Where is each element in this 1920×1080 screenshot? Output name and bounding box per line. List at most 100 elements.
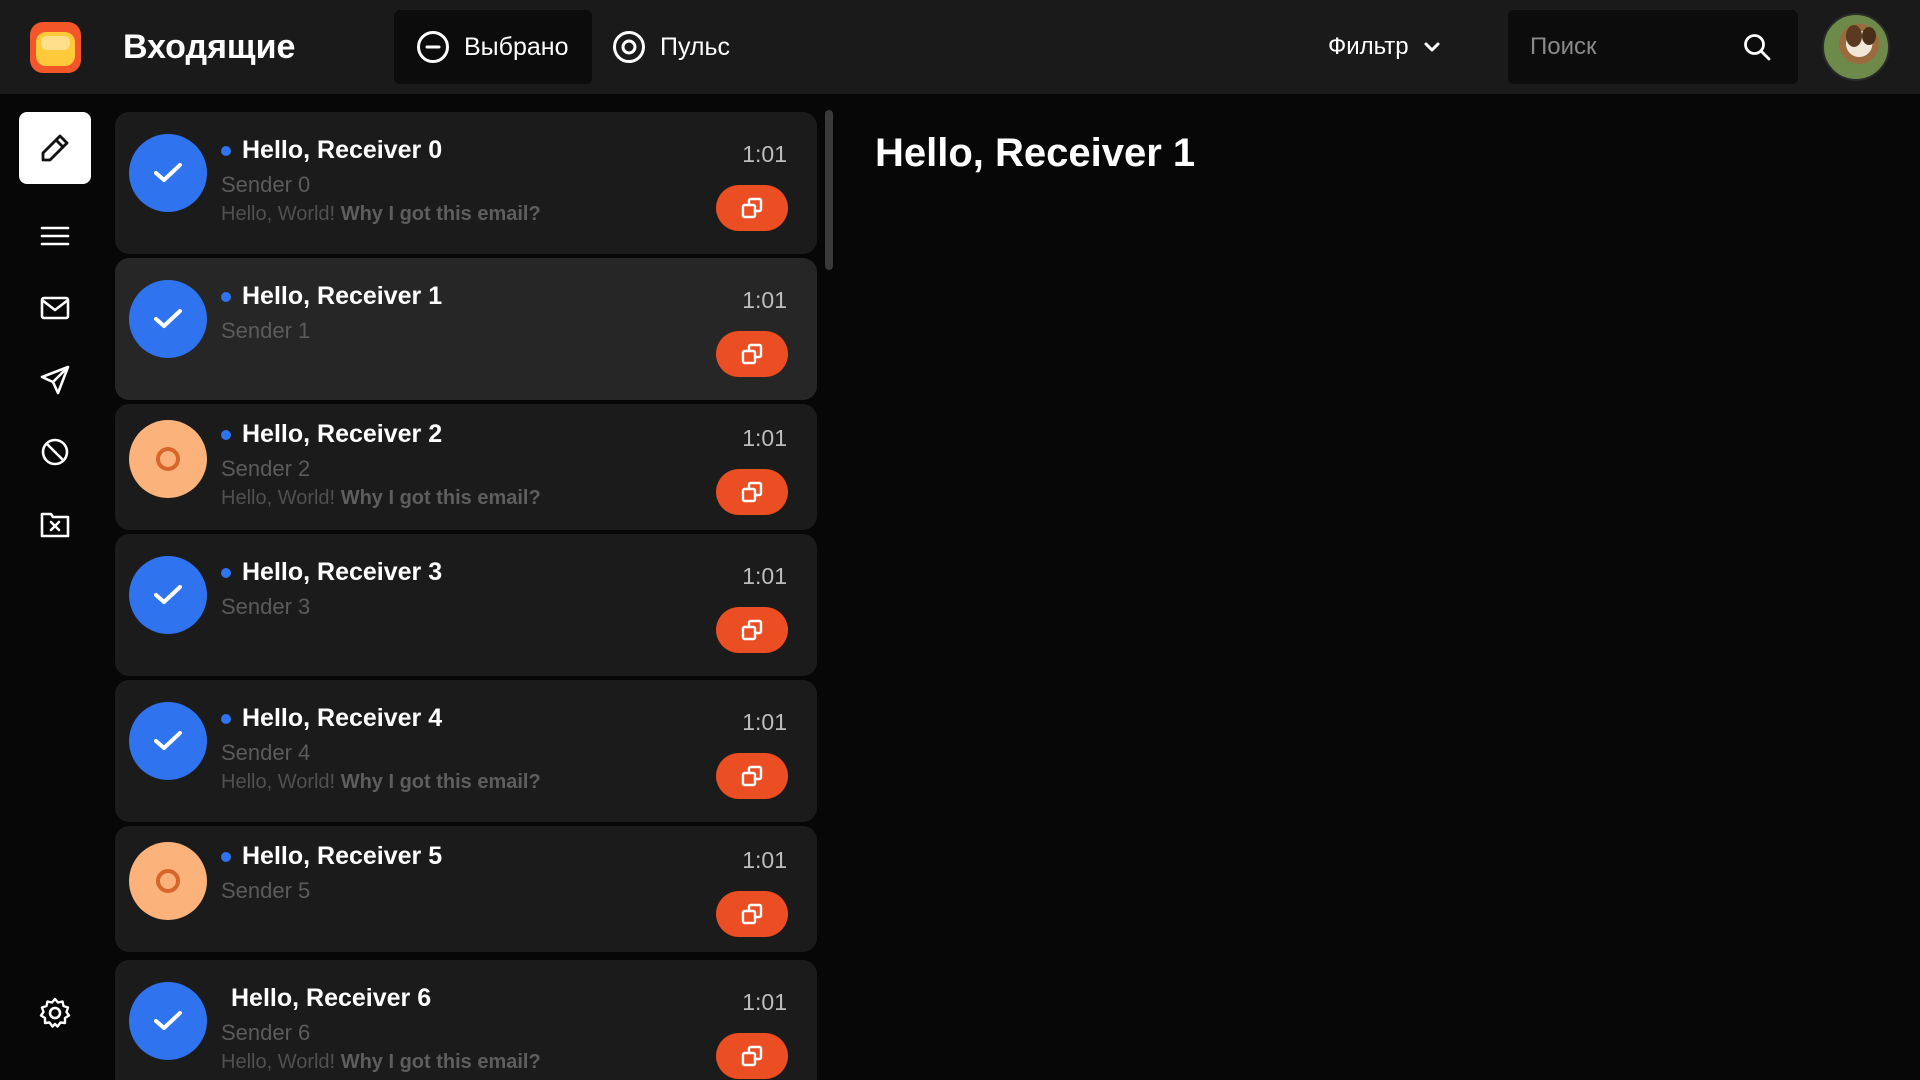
- status-done-badge[interactable]: [129, 702, 207, 780]
- mail-subject: Hello, Receiver 4: [242, 704, 443, 732]
- tab-selected[interactable]: Выбрано: [394, 10, 592, 84]
- mail-time: 1:01: [742, 425, 787, 451]
- mail-preview: Hello, World! Why I got this email?: [221, 1051, 541, 1074]
- mail-item[interactable]: Hello, Receiver 6 Sender 6 Hello, World!…: [115, 960, 817, 1080]
- status-done-badge[interactable]: [129, 982, 207, 1060]
- mail-preview-text: Hello, World!: [221, 487, 336, 509]
- menu-icon: [40, 226, 70, 246]
- mail-preview-text: Hello, World!: [221, 203, 336, 225]
- copy-button[interactable]: [716, 185, 788, 231]
- mail-time: 1:01: [742, 141, 787, 167]
- mail-time: 1:01: [742, 989, 787, 1015]
- search-icon[interactable]: [1742, 32, 1772, 62]
- status-done-badge[interactable]: [129, 556, 207, 634]
- mail-sender: Sender 0: [221, 172, 311, 197]
- copy-button[interactable]: [716, 1033, 788, 1079]
- pencil-icon: [41, 134, 69, 162]
- mail-preview-bold: Why I got this email?: [340, 1051, 541, 1073]
- mail-preview-bold: Why I got this email?: [340, 487, 541, 509]
- copy-icon: [741, 197, 763, 219]
- mail-time: 1:01: [742, 847, 787, 873]
- mail-item[interactable]: Hello, Receiver 3 Sender 3 1:01: [115, 534, 817, 676]
- copy-button[interactable]: [716, 331, 788, 377]
- copy-button[interactable]: [716, 607, 788, 653]
- unread-dot: [221, 852, 231, 862]
- checkmark-icon: [154, 1011, 182, 1030]
- sidebar-item-sent[interactable]: [19, 344, 91, 416]
- filter-label: Фильтр: [1328, 33, 1409, 60]
- mail-subject: Hello, Receiver 6: [231, 984, 432, 1012]
- block-icon: [41, 438, 69, 466]
- mail-preview-bold: Why I got this email?: [340, 203, 541, 225]
- mail-item[interactable]: Hello, Receiver 0 Sender 0 Hello, World!…: [115, 112, 817, 254]
- mail-sender: Sender 5: [221, 878, 311, 903]
- mail-preview: Hello, World! Why I got this email?: [221, 771, 541, 794]
- settings-button[interactable]: [19, 977, 91, 1049]
- copy-icon: [741, 481, 763, 503]
- copy-icon: [741, 343, 763, 365]
- filter-dropdown[interactable]: Фильтр: [1328, 26, 1441, 68]
- checkmark-icon: [154, 585, 182, 604]
- compose-button[interactable]: [19, 112, 91, 184]
- avatar[interactable]: [1822, 13, 1890, 81]
- mail-list-scrollbar[interactable]: [825, 110, 833, 270]
- checkmark-icon: [154, 731, 182, 750]
- copy-icon: [741, 1045, 763, 1067]
- mail-item[interactable]: Hello, Receiver 1 Sender 1 1:01: [115, 258, 817, 400]
- sidebar-item-trash[interactable]: [19, 488, 91, 560]
- copy-button[interactable]: [716, 469, 788, 515]
- mail-time: 1:01: [742, 709, 787, 735]
- mail-item[interactable]: Hello, Receiver 5 Sender 5 1:01: [115, 826, 817, 952]
- tab-pulse-label: Пульс: [660, 32, 731, 61]
- copy-button[interactable]: [716, 753, 788, 799]
- sidebar-item-spam[interactable]: [19, 416, 91, 488]
- mail-preview-text: Hello, World!: [221, 771, 336, 793]
- send-icon: [40, 365, 70, 395]
- copy-icon: [741, 903, 763, 925]
- tab-pulse[interactable]: Пульс: [590, 10, 752, 84]
- status-pending-badge[interactable]: [129, 420, 207, 498]
- copy-button[interactable]: [716, 891, 788, 937]
- chevron-down-icon: [1424, 42, 1440, 52]
- mail-subject: Hello, Receiver 5: [242, 842, 443, 870]
- status-done-badge[interactable]: [129, 134, 207, 212]
- mail-item[interactable]: Hello, Receiver 2 Sender 2 Hello, World!…: [115, 404, 817, 530]
- mail-item[interactable]: Hello, Receiver 4 Sender 4 Hello, World!…: [115, 680, 817, 822]
- tab-selected-label: Выбрано: [464, 32, 569, 61]
- sidebar-item-inbox[interactable]: [19, 272, 91, 344]
- folder-x-icon: [40, 512, 70, 538]
- mail-subject: Hello, Receiver 1: [242, 282, 443, 310]
- mail-preview-bold: Why I got this email?: [340, 771, 541, 793]
- mail-time: 1:01: [742, 563, 787, 589]
- mail-subject: Hello, Receiver 0: [242, 136, 443, 164]
- target-circle-icon: [613, 31, 645, 63]
- reader-title: Hello, Receiver 1: [875, 131, 1196, 175]
- mail-preview: Hello, World! Why I got this email?: [221, 203, 541, 226]
- copy-icon: [741, 765, 763, 787]
- mail-sender: Sender 6: [221, 1020, 311, 1045]
- mail-sender: Sender 1: [221, 318, 311, 343]
- mail-preview: Hello, World! Why I got this email?: [221, 487, 541, 510]
- status-pending-badge[interactable]: [129, 842, 207, 920]
- envelope-icon: [40, 296, 70, 320]
- mail-subject: Hello, Receiver 2: [242, 420, 443, 448]
- mail-subject: Hello, Receiver 3: [242, 558, 443, 586]
- minus-circle-icon: [417, 31, 449, 63]
- top-bar: Входящие Выбрано Пульс Фильтр: [0, 0, 1920, 94]
- unread-dot: [221, 292, 231, 302]
- checkmark-icon: [154, 309, 182, 328]
- page-title: Входящие: [123, 28, 296, 66]
- mail-list: Hello, Receiver 0 Sender 0 Hello, World!…: [115, 112, 817, 1080]
- unread-dot: [221, 714, 231, 724]
- mail-preview-text: Hello, World!: [221, 1051, 336, 1073]
- checkmark-icon: [154, 163, 182, 182]
- gear-icon: [39, 997, 71, 1028]
- pending-ring-icon: [156, 869, 180, 893]
- menu-button[interactable]: [19, 200, 91, 272]
- mail-sender: Sender 4: [221, 740, 311, 765]
- status-done-badge[interactable]: [129, 280, 207, 358]
- app-logo[interactable]: [30, 22, 81, 73]
- unread-dot: [221, 568, 231, 578]
- mail-sender: Sender 3: [221, 594, 311, 619]
- search-input[interactable]: [1530, 33, 1730, 61]
